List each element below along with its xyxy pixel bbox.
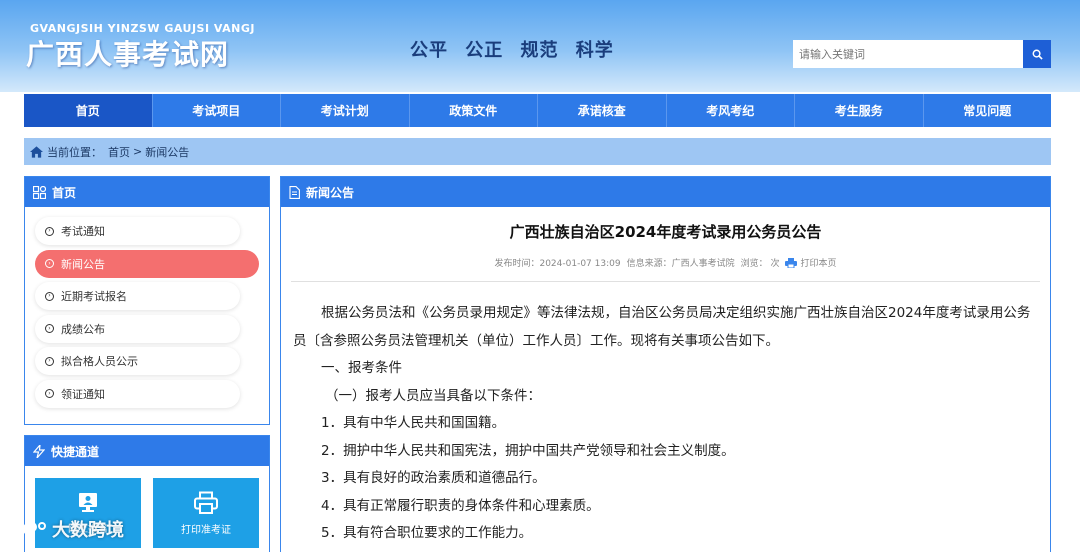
sidebar-item-label: 新闻公告 [61, 257, 105, 271]
chevron-right-icon: › [45, 356, 54, 366]
home-icon [30, 145, 43, 158]
slogan: 公平 公正 规范 科学 [410, 40, 614, 61]
document-icon [289, 185, 300, 199]
watermark: 大数跨境 [10, 516, 124, 542]
article-paragraph: 5．具有符合职位要求的工作能力。 [321, 525, 533, 541]
lightning-icon [33, 444, 45, 458]
quick-access-header: 快捷通道 [25, 436, 269, 466]
chevron-right-icon: › [45, 389, 54, 398]
sidebar-item-scores[interactable]: › 成绩公布 [35, 314, 240, 343]
main-nav: 首页 考试项目 考试计划 政策文件 承诺核查 考风考纪 考生服务 常见问题 [24, 94, 1051, 127]
publish-date: 发布时间：2024-01-07 13:09 [494, 259, 621, 269]
print-admission-ticket-button[interactable]: 打印准考证 [153, 478, 259, 548]
article-paragraph: 3．具有良好的政治素质和道德品行。 [321, 470, 546, 486]
print-admission-ticket-label: 打印准考证 [181, 524, 231, 536]
sidebar-menu-title: 首页 [52, 185, 77, 200]
search-button[interactable] [1023, 40, 1051, 68]
article-paragraph: （一）报考人员应当具备以下条件： [325, 387, 541, 404]
search-box [793, 40, 1051, 68]
sidebar-item-label: 拟合格人员公示 [61, 355, 138, 368]
watermark-text: 大数跨境 [52, 520, 124, 541]
view-count: 浏览： 次 [740, 259, 780, 269]
breadcrumb-home[interactable]: 首页 [108, 144, 130, 160]
computer-user-icon [79, 492, 97, 512]
chevron-right-icon: › [45, 259, 54, 268]
print-page-label: 打印本页 [800, 259, 837, 269]
watermark-logo-icon [12, 522, 46, 536]
nav-candidate-services[interactable]: 考生服务 [795, 94, 924, 127]
sidebar-item-label: 领证通知 [61, 387, 105, 401]
sidebar-menu-list: › 考试通知 › 新闻公告 › 近期考试报名 › 成绩公布 › 拟合格人员公示 … [25, 207, 269, 420]
sidebar-item-news[interactable]: › 新闻公告 [35, 249, 259, 278]
site-logo[interactable]: 广西人事考试网 [26, 33, 229, 73]
breadcrumb-current[interactable]: 新闻公告 [145, 144, 189, 160]
info-source: 信息来源：广西人事考试院 [626, 259, 735, 269]
quick-access-title: 快捷通道 [51, 444, 100, 459]
article-paragraph: 根据公务员法和《公务员录用规定》等法律法规，自治区公务员局决定组织实施广西壮族自… [293, 305, 1031, 349]
sidebar-menu-header: 首页 [25, 177, 269, 207]
breadcrumb-prefix: 当前位置： [47, 145, 102, 159]
nav-faq[interactable]: 常见问题 [924, 94, 1052, 127]
article-panel: 新闻公告 广西壮族自治区2024年度考试录用公务员公告 发布时间：2024-01… [280, 176, 1051, 552]
article-meta: 发布时间：2024-01-07 13:09 信息来源：广西人事考试院 浏览： 次… [281, 256, 1050, 269]
article-paragraph: 2．拥护中华人民共和国宪法，拥护中国共产党领导和社会主义制度。 [321, 442, 735, 459]
breadcrumb-separator: > [133, 145, 143, 158]
article-paragraph: 1．具有中华人民共和国国籍。 [321, 415, 506, 431]
sidebar-item-label: 近期考试报名 [61, 290, 127, 303]
article-panel-header: 新闻公告 [281, 177, 1050, 207]
search-icon [1032, 49, 1043, 60]
grid-icon [33, 185, 46, 199]
sidebar-menu-panel: 首页 › 考试通知 › 新闻公告 › 近期考试报名 › 成绩公布 › 拟合格人员… [24, 176, 270, 425]
print-page-link[interactable]: 打印本页 [785, 256, 837, 269]
sidebar-item-label: 成绩公布 [61, 322, 105, 336]
site-header: GVANGJSIH YINZSW GAUJSI VANGJ 广西人事考试网 公平… [0, 0, 1080, 92]
article-paragraph: 4．具有正常履行职责的身体条件和心理素质。 [321, 497, 600, 514]
nav-exam-discipline[interactable]: 考风考纪 [667, 94, 795, 127]
printer-icon [194, 491, 218, 514]
article-title: 广西壮族自治区2024年度考试录用公务员公告 [509, 223, 822, 241]
printer-icon [785, 257, 798, 268]
nav-exam-projects[interactable]: 考试项目 [153, 94, 281, 127]
sidebar-item-label: 考试通知 [61, 225, 105, 238]
article-panel-title: 新闻公告 [306, 185, 355, 200]
nav-exam-plans[interactable]: 考试计划 [281, 94, 410, 127]
search-input[interactable] [793, 40, 1023, 68]
chevron-right-icon: › [45, 291, 54, 301]
sidebar-item-qualified-list[interactable]: › 拟合格人员公示 [35, 347, 240, 375]
chevron-right-icon: › [45, 324, 54, 333]
nav-commitment-check[interactable]: 承诺核查 [538, 94, 667, 127]
sidebar-item-recent-registration[interactable]: › 近期考试报名 [35, 282, 240, 310]
nav-home[interactable]: 首页 [24, 94, 153, 127]
nav-policy-docs[interactable]: 政策文件 [410, 94, 538, 127]
sidebar-item-exam-notices[interactable]: › 考试通知 [35, 217, 240, 245]
article-body: 根据公务员法和《公务员录用规定》等法律法规，自治区公务员局决定组织实施广西壮族自… [281, 282, 1050, 548]
chevron-right-icon: › [45, 226, 54, 236]
breadcrumb: 当前位置： 首页 > 新闻公告 [24, 138, 1051, 165]
article-heading: 一、报考条件 [321, 360, 402, 376]
sidebar-item-certificate-notices[interactable]: › 领证通知 [35, 379, 240, 408]
